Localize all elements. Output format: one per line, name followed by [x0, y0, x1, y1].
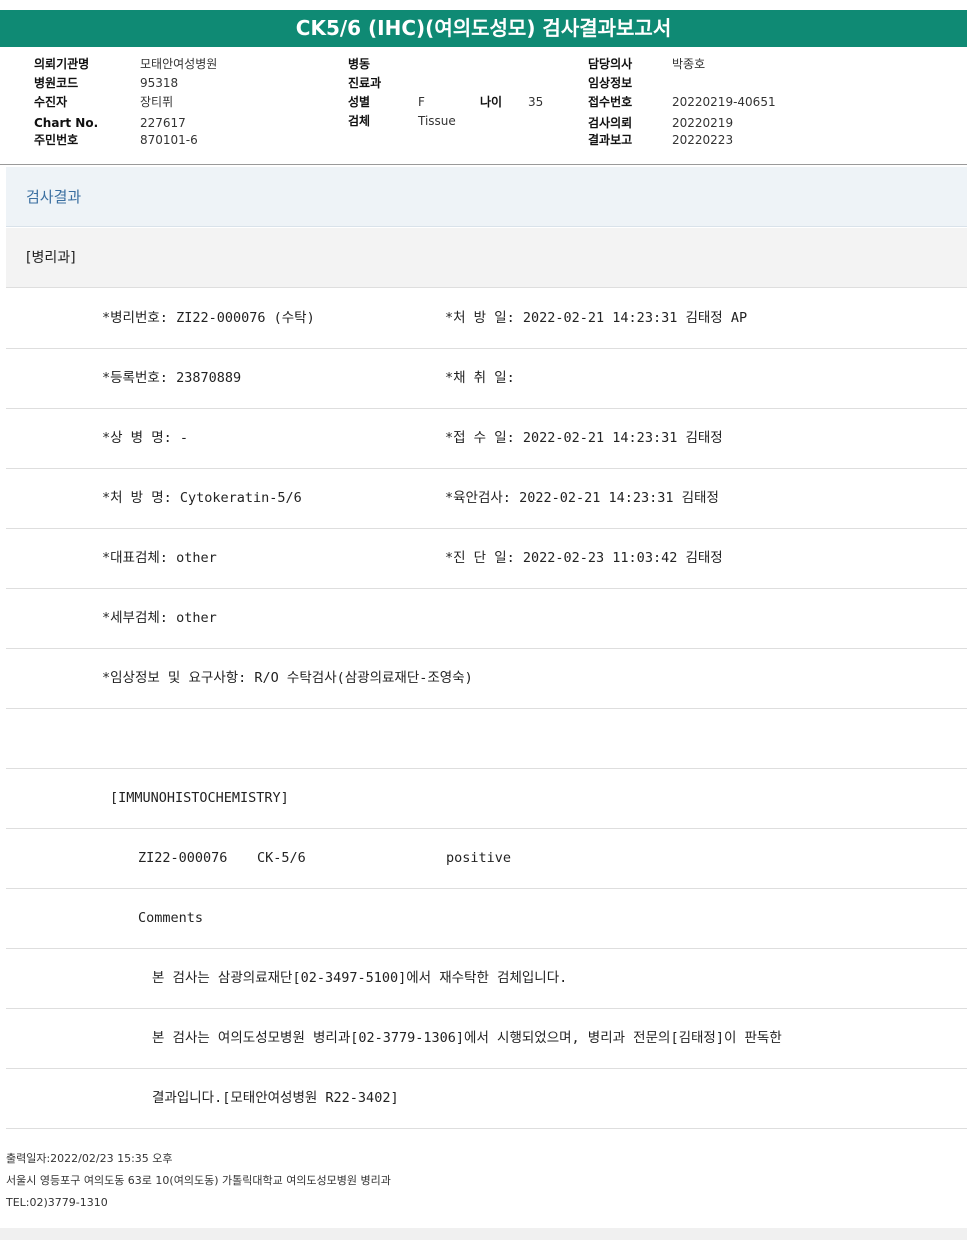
main-specimen: *대표검체: other: [102, 550, 217, 566]
value-hospital-code: 95318: [140, 76, 179, 90]
ihc-result-row: ZI22-000076 CK-5/6 positive: [6, 829, 967, 889]
ihc-heading: [IMMUNOHISTOCHEMISTRY]: [110, 790, 289, 806]
value-accession-no: 20220219-40651: [672, 95, 776, 109]
label-institution: 의뢰기관명: [34, 57, 90, 71]
label-accession-no: 접수번호: [588, 95, 633, 109]
detail-row: *임상정보 및 요구사항: R/O 수탁검사(삼광의료재단-조영숙): [6, 649, 967, 709]
detail-row: *대표검체: other *진 단 일: 2022-02-23 11:03:42…: [6, 529, 967, 589]
label-hospital-code: 병원코드: [34, 76, 79, 90]
label-request-date: 검사의뢰: [588, 116, 633, 130]
pathology-number: *병리번호: ZI22-000076 (수탁): [102, 310, 315, 326]
ihc-specimen-id: ZI22-000076: [138, 850, 228, 866]
detail-row: *처 방 명: Cytokeratin-5/6 *육안검사: 2022-02-2…: [6, 469, 967, 529]
section-title: 검사결과: [6, 167, 967, 227]
sub-specimen: *세부검체: other: [102, 610, 217, 626]
label-doctor: 담당의사: [588, 57, 633, 71]
comments-label: Comments: [138, 910, 204, 926]
detail-row: *병리번호: ZI22-000076 (수탁) *처 방 일: 2022-02-…: [6, 289, 967, 349]
detail-row: *세부검체: other: [6, 589, 967, 649]
report-title: CK5/6 (IHC)(여의도성모) 검사결과보고서: [0, 10, 967, 47]
comment-text: 본 검사는 여의도성모병원 병리과[02-3779-1306]에서 시행되었으며…: [152, 1030, 782, 1046]
bottom-band: [0, 1228, 967, 1240]
comments-label-row: Comments: [6, 889, 967, 949]
diagnosis-name: *상 병 명: -: [102, 430, 189, 446]
label-age: 나이: [480, 95, 503, 109]
detail-row: *등록번호: 23870889 *채 취 일:: [6, 349, 967, 409]
ihc-heading-row: [IMMUNOHISTOCHEMISTRY]: [6, 769, 967, 829]
label-patient: 수진자: [34, 95, 68, 109]
comment-row: 본 검사는 삼광의료재단[02-3497-5100]에서 재수탁한 검체입니다.: [6, 949, 967, 1009]
label-specimen: 검체: [348, 114, 371, 128]
comment-row: 본 검사는 여의도성모병원 병리과[02-3779-1306]에서 시행되었으며…: [6, 1009, 967, 1069]
department-row: [병리과]: [6, 228, 967, 288]
registration-number: *등록번호: 23870889: [102, 370, 242, 386]
value-doctor: 박종호: [672, 57, 706, 71]
print-date: 출력일자:2022/02/23 15:35 오후: [6, 1152, 173, 1165]
label-ward: 병동: [348, 57, 371, 71]
order-date: *처 방 일: 2022-02-21 14:23:31 김태정 AP: [445, 310, 748, 326]
value-sex: F: [418, 95, 425, 109]
collection-date: *채 취 일:: [445, 370, 515, 386]
diagnosis-date: *진 단 일: 2022-02-23 11:03:42 김태정: [445, 550, 723, 566]
gross-exam-date: *육안검사: 2022-02-21 14:23:31 김태정: [445, 490, 719, 506]
value-chart-no: 227617: [140, 116, 186, 130]
ihc-marker: CK-5/6: [257, 850, 306, 866]
value-age: 35: [528, 95, 544, 109]
header-divider: [0, 164, 967, 165]
value-request-date: 20220219: [672, 116, 734, 130]
label-report-date: 결과보고: [588, 133, 633, 147]
label-clinical-info: 임상정보: [588, 76, 633, 90]
label-chart-no: Chart No.: [34, 116, 99, 130]
value-patient: 장티퓌: [140, 95, 174, 109]
empty-row: [6, 709, 967, 769]
ihc-result: positive: [446, 850, 512, 866]
comment-text: 결과입니다.[모태안여성병원 R22-3402]: [152, 1090, 399, 1106]
comment-row: 결과입니다.[모태안여성병원 R22-3402]: [6, 1069, 967, 1129]
detail-row: *상 병 명: - *접 수 일: 2022-02-21 14:23:31 김태…: [6, 409, 967, 469]
lab-address: 서울시 영등포구 여의도동 63로 10(여의도동) 가톨릭대학교 여의도성모병…: [6, 1174, 391, 1187]
order-name: *처 방 명: Cytokeratin-5/6: [102, 490, 302, 506]
label-resident-no: 주민번호: [34, 133, 79, 147]
value-specimen: Tissue: [418, 114, 456, 128]
label-department: 진료과: [348, 76, 382, 90]
label-sex: 성별: [348, 95, 371, 109]
value-institution: 모태안여성병원: [140, 57, 218, 71]
lab-telephone: TEL:02)3779-1310: [6, 1196, 108, 1209]
clinical-request: *임상정보 및 요구사항: R/O 수탁검사(삼광의료재단-조영숙): [102, 670, 473, 686]
receipt-date: *접 수 일: 2022-02-21 14:23:31 김태정: [445, 430, 723, 446]
value-resident-no: 870101-6: [140, 133, 198, 147]
value-report-date: 20220223: [672, 133, 734, 147]
comment-text: 본 검사는 삼광의료재단[02-3497-5100]에서 재수탁한 검체입니다.: [152, 970, 568, 986]
